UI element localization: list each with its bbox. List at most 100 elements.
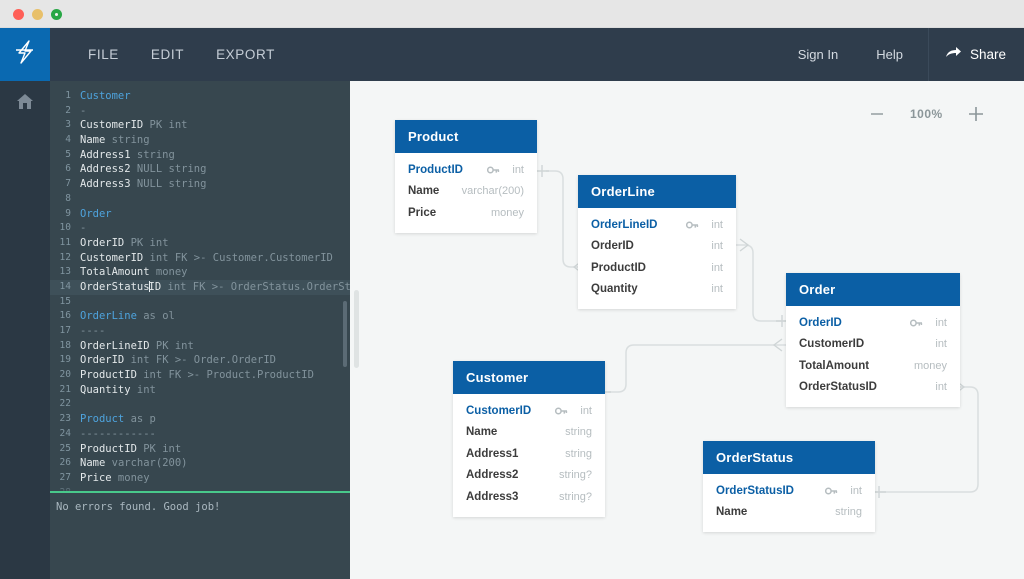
window-titlebar	[0, 0, 1024, 28]
code-line[interactable]: 26Name varchar(200)	[50, 456, 350, 471]
nav-item-file[interactable]: FILE	[72, 28, 135, 81]
er-column-row[interactable]: CustomerIDint	[453, 400, 605, 422]
code-line[interactable]: 16OrderLine as ol	[50, 309, 350, 324]
er-column-row[interactable]: ProductIDint	[395, 159, 537, 181]
app-logo[interactable]	[0, 28, 50, 81]
er-table-title[interactable]: OrderLine	[578, 175, 736, 208]
er-column-row[interactable]: Address2string?	[453, 465, 605, 487]
er-table-order[interactable]: Order OrderIDint CustomerID int TotalAmountm…	[786, 273, 960, 407]
line-number: 3	[50, 118, 80, 133]
sign-in-link[interactable]: Sign In	[779, 28, 857, 81]
close-button[interactable]	[13, 9, 24, 20]
er-table-title[interactable]: OrderStatus	[703, 441, 875, 474]
code-line[interactable]: 10-	[50, 221, 350, 236]
code-line[interactable]: 20ProductID int FK >- Product.ProductID	[50, 368, 350, 383]
maximize-button[interactable]	[51, 9, 62, 20]
code-line[interactable]: 17----	[50, 324, 350, 339]
code-line[interactable]: 8	[50, 192, 350, 207]
er-column-name: CustomerID	[799, 338, 864, 350]
nav-item-export[interactable]: EXPORT	[200, 28, 291, 81]
line-number: 2	[50, 104, 80, 119]
zoom-out-button[interactable]	[866, 103, 888, 125]
code-line[interactable]: 23Product as p	[50, 412, 350, 427]
er-table-columns: OrderIDintCustomerIDintTotalAmountmoneyO…	[786, 306, 960, 407]
er-column-row[interactable]: TotalAmountmoney	[786, 355, 960, 377]
code-line[interactable]: 6Address2 NULL string	[50, 162, 350, 177]
er-column-type: string	[835, 506, 862, 518]
editor-scrollbar[interactable]	[343, 301, 347, 367]
code-line[interactable]: 15	[50, 295, 350, 310]
share-button[interactable]: Share	[935, 28, 1024, 81]
code-text: Address2 NULL string	[80, 162, 206, 177]
er-column-type: string?	[559, 469, 592, 481]
canvas-scrollbar[interactable]	[354, 290, 359, 368]
code-line[interactable]: 5Address1 string	[50, 148, 350, 163]
code-line[interactable]: 9Order	[50, 207, 350, 222]
code-lines[interactable]: 1Customer2-3CustomerID PK int4Name strin…	[50, 81, 350, 491]
er-table-orderline[interactable]: OrderLine OrderLineIDintOrderIDintProduct…	[578, 175, 736, 309]
rail-item-home[interactable]	[0, 81, 50, 127]
code-line[interactable]: 7Address3 NULL string	[50, 177, 350, 192]
er-column-type: int	[935, 338, 947, 350]
er-column-row[interactable]: OrderIDint	[786, 312, 960, 334]
code-line[interactable]: 4Name string	[50, 133, 350, 148]
er-column-name: OrderStatusID	[799, 381, 877, 393]
zoom-in-button[interactable]	[965, 103, 987, 125]
code-line[interactable]: 22	[50, 397, 350, 412]
code-line[interactable]: 12CustomerID int FK >- Customer.Customer…	[50, 251, 350, 266]
primary-key-icon	[555, 406, 568, 416]
nav-item-edit[interactable]: EDIT	[135, 28, 200, 81]
er-column-row[interactable]: ProductIDint	[578, 257, 736, 279]
help-link[interactable]: Help	[857, 28, 922, 81]
code-line[interactable]: 19OrderID int FK >- Order.OrderID	[50, 353, 350, 368]
er-table-title[interactable]: Customer	[453, 361, 605, 394]
code-text: ProductID int FK >- Product.ProductID	[80, 368, 314, 383]
er-table-title[interactable]: Order	[786, 273, 960, 306]
code-line[interactable]: 3CustomerID PK int	[50, 118, 350, 133]
er-column-row[interactable]: CustomerID int	[786, 334, 960, 356]
er-column-type: int	[850, 485, 862, 497]
er-table-title[interactable]: Product	[395, 120, 537, 153]
code-line[interactable]: 24------------	[50, 427, 350, 442]
er-column-row[interactable]: Namevarchar(200)	[395, 181, 537, 203]
line-number: 4	[50, 133, 80, 148]
er-column-row[interactable]: Namestring	[453, 422, 605, 444]
line-number: 27	[50, 471, 80, 486]
er-column-row[interactable]: Namestring	[703, 502, 875, 524]
er-table-product[interactable]: Product ProductIDintNamevarchar(200)Price…	[395, 120, 537, 233]
minimize-button[interactable]	[32, 9, 43, 20]
line-number: 14	[50, 280, 80, 295]
er-column-row[interactable]: OrderStatusIDint	[703, 480, 875, 502]
er-column-row[interactable]: Pricemoney	[395, 202, 537, 224]
er-column-row[interactable]: Address1string	[453, 443, 605, 465]
code-line[interactable]: 21Quantity int	[50, 383, 350, 398]
code-line[interactable]: 27Price money	[50, 471, 350, 486]
er-column-name: ProductID	[408, 164, 463, 176]
code-line[interactable]: 11OrderID PK int	[50, 236, 350, 251]
er-column-row[interactable]: Quantityint	[578, 279, 736, 301]
line-number: 25	[50, 442, 80, 457]
er-column-type: string	[565, 448, 592, 460]
er-table-customer[interactable]: Customer CustomerIDintNamestringAddress1s…	[453, 361, 605, 517]
line-number: 8	[50, 192, 80, 207]
code-line[interactable]: 14OrderStatusID int FK >- OrderStatus.Or…	[50, 280, 350, 295]
code-text: ----	[80, 324, 105, 339]
er-column-row[interactable]: OrderLineIDint	[578, 214, 736, 236]
er-column-row[interactable]: Address3string?	[453, 486, 605, 508]
left-rail	[0, 81, 50, 579]
diagram-canvas[interactable]: ProductProductIDintNamevarchar(200)Price…	[350, 81, 1024, 579]
code-line[interactable]: 2-	[50, 104, 350, 119]
line-number: 11	[50, 236, 80, 251]
er-column-row[interactable]: OrderIDint	[578, 236, 736, 258]
er-column-row[interactable]: OrderStatusIDint	[786, 377, 960, 399]
er-table-orderstatus[interactable]: OrderStatus OrderStatusIDintNamestring	[703, 441, 875, 532]
primary-key-icon	[487, 165, 500, 175]
code-line[interactable]: 25ProductID PK int	[50, 442, 350, 457]
code-line[interactable]: 13TotalAmount money	[50, 265, 350, 280]
code-line[interactable]: 1Customer	[50, 89, 350, 104]
code-editor[interactable]: 1Customer2-3CustomerID PK int4Name strin…	[50, 81, 350, 579]
editor-status-message: No errors found. Good job!	[50, 493, 350, 521]
er-column-type: varchar(200)	[462, 185, 524, 197]
code-text: Address3 NULL string	[80, 177, 206, 192]
code-line[interactable]: 18OrderLineID PK int	[50, 339, 350, 354]
